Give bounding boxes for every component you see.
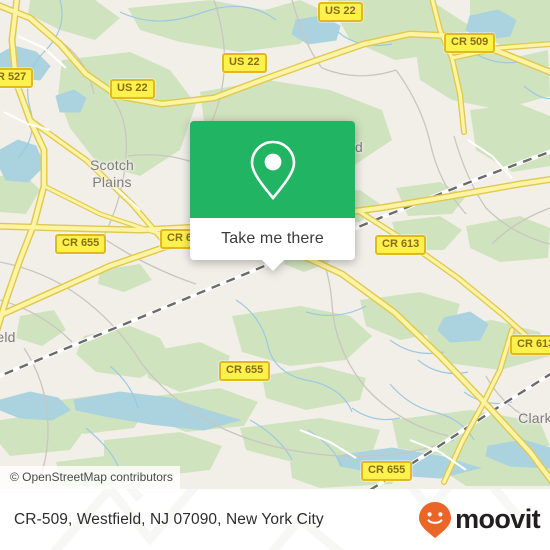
road-shield-cr527[interactable]: CR 527 [0,68,34,88]
callout-pointer-tail [261,260,284,271]
road-shield-cr509[interactable]: CR 509 [444,33,496,53]
road-shield-cr655-mid[interactable]: CR 655 [219,361,271,381]
take-me-there-label: Take me there [221,230,324,247]
road-shield-cr655-bottom[interactable]: CR 655 [361,461,413,481]
moovit-pin-smiley-icon [419,501,452,538]
road-shield-cr655-left[interactable]: CR 655 [55,234,107,254]
moovit-logo[interactable]: moovit [418,489,541,550]
place-label-clark: Clark [518,410,550,426]
place-label-westfield-clipped: eld [0,329,16,345]
callout-header [190,121,355,218]
road-shield-us22-left[interactable]: US 22 [110,79,155,99]
road-shield-us22-top[interactable]: US 22 [318,2,363,22]
callout-footer[interactable]: Take me there [190,218,355,271]
screenshot-root: Scotch Plains eld Clark d US 22 CR 509 U… [0,0,550,550]
map-pin-icon [250,140,295,200]
location-callout-card[interactable]: Take me there [190,121,355,271]
footer-bar: CR-509, Westfield, NJ 07090, New York Ci… [0,489,550,550]
osm-attribution[interactable]: © OpenStreetMap contributors [0,466,180,489]
road-shield-cr613-right[interactable]: CR 613 [510,335,550,355]
road-shield-us22-mid[interactable]: US 22 [222,53,267,73]
address-label: CR-509, Westfield, NJ 07090, New York Ci… [14,510,324,528]
map-canvas[interactable]: Scotch Plains eld Clark d US 22 CR 509 U… [0,0,550,489]
road-shield-cr613-upper[interactable]: CR 613 [375,235,427,255]
moovit-wordmark: moovit [455,504,541,534]
place-label-scotch-plains: Scotch Plains [90,157,134,190]
